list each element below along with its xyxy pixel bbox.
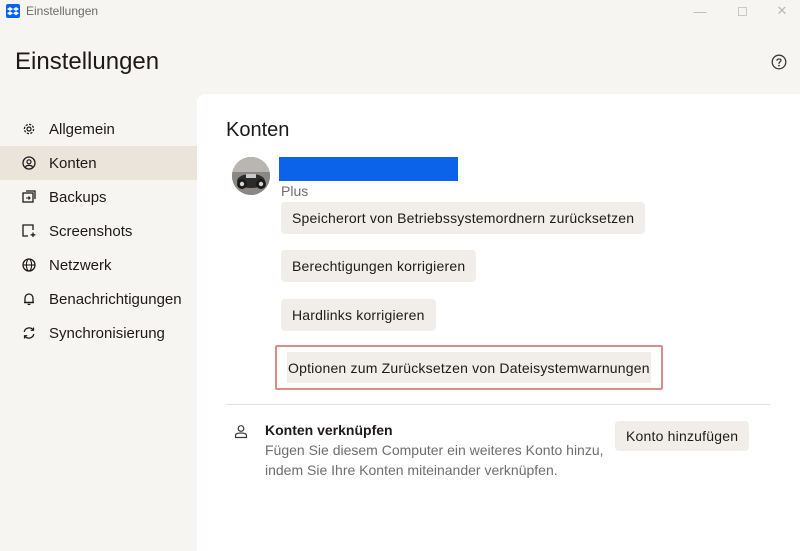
maximize-button[interactable] <box>722 0 762 22</box>
avatar <box>232 157 270 195</box>
add-account-button[interactable]: Konto hinzufügen <box>615 421 750 451</box>
settings-sidebar: Allgemein Konten Backups Screenshots Net… <box>0 112 197 350</box>
window-title: Einstellungen <box>26 4 99 18</box>
sidebar-item-label: Netzwerk <box>49 256 112 274</box>
minimize-icon: — <box>693 3 707 19</box>
sidebar-item-allgemein[interactable]: Allgemein <box>0 112 197 146</box>
account-name-redacted <box>279 157 458 181</box>
account-plan: Plus <box>281 183 309 199</box>
bell-icon <box>21 292 36 307</box>
backup-icon <box>21 190 36 205</box>
sidebar-item-backups[interactable]: Backups <box>0 180 197 214</box>
globe-icon <box>21 258 36 273</box>
sidebar-item-label: Synchronisierung <box>49 324 165 342</box>
dropbox-logo-icon <box>6 4 20 18</box>
page-title: Einstellungen <box>15 48 160 75</box>
person-icon <box>234 424 248 439</box>
question-circle-icon[interactable] <box>771 54 787 70</box>
account-circle-icon <box>21 156 36 171</box>
window-titlebar: Einstellungen — ✕ <box>0 0 800 22</box>
sidebar-item-label: Allgemein <box>49 120 115 138</box>
reset-fs-warnings-button[interactable]: Optionen zum Zurücksetzen von Dateisyste… <box>287 352 651 383</box>
fix-hardlinks-button[interactable]: Hardlinks korrigieren <box>281 299 436 331</box>
gear-icon <box>21 122 36 137</box>
sidebar-item-label: Benachrichtigungen <box>49 290 182 308</box>
sync-icon <box>21 326 36 341</box>
sidebar-item-synchronisierung[interactable]: Synchronisierung <box>0 316 197 350</box>
divider <box>226 404 770 405</box>
sidebar-item-screenshots[interactable]: Screenshots <box>0 214 197 248</box>
sidebar-item-label: Screenshots <box>49 222 133 240</box>
link-accounts-title: Konten verknüpfen <box>265 422 393 438</box>
settings-panel: Konten Plus Speicherort von Betriebssyst… <box>197 94 800 551</box>
sidebar-item-label: Konten <box>49 154 97 172</box>
link-accounts-description: Fügen Sie diesem Computer ein weiteres K… <box>265 442 604 478</box>
sidebar-item-label: Backups <box>49 188 107 206</box>
minimize-button[interactable]: — <box>680 0 720 22</box>
close-icon: ✕ <box>776 3 788 18</box>
section-title: Konten <box>226 119 290 141</box>
close-button[interactable]: ✕ <box>762 0 800 22</box>
fix-permissions-button[interactable]: Berechtigungen korrigieren <box>281 250 477 282</box>
reset-os-folders-button[interactable]: Speicherort von Betriebssystemordnern zu… <box>281 202 646 234</box>
reset-fs-warnings-highlight[interactable]: Optionen zum Zurücksetzen von Dateisyste… <box>275 345 663 390</box>
sidebar-item-netzwerk[interactable]: Netzwerk <box>0 248 197 282</box>
screenshot-icon <box>21 224 36 239</box>
sidebar-item-konten[interactable]: Konten <box>0 146 197 180</box>
maximize-icon <box>737 6 747 16</box>
sidebar-item-benachrichtigungen[interactable]: Benachrichtigungen <box>0 282 197 316</box>
